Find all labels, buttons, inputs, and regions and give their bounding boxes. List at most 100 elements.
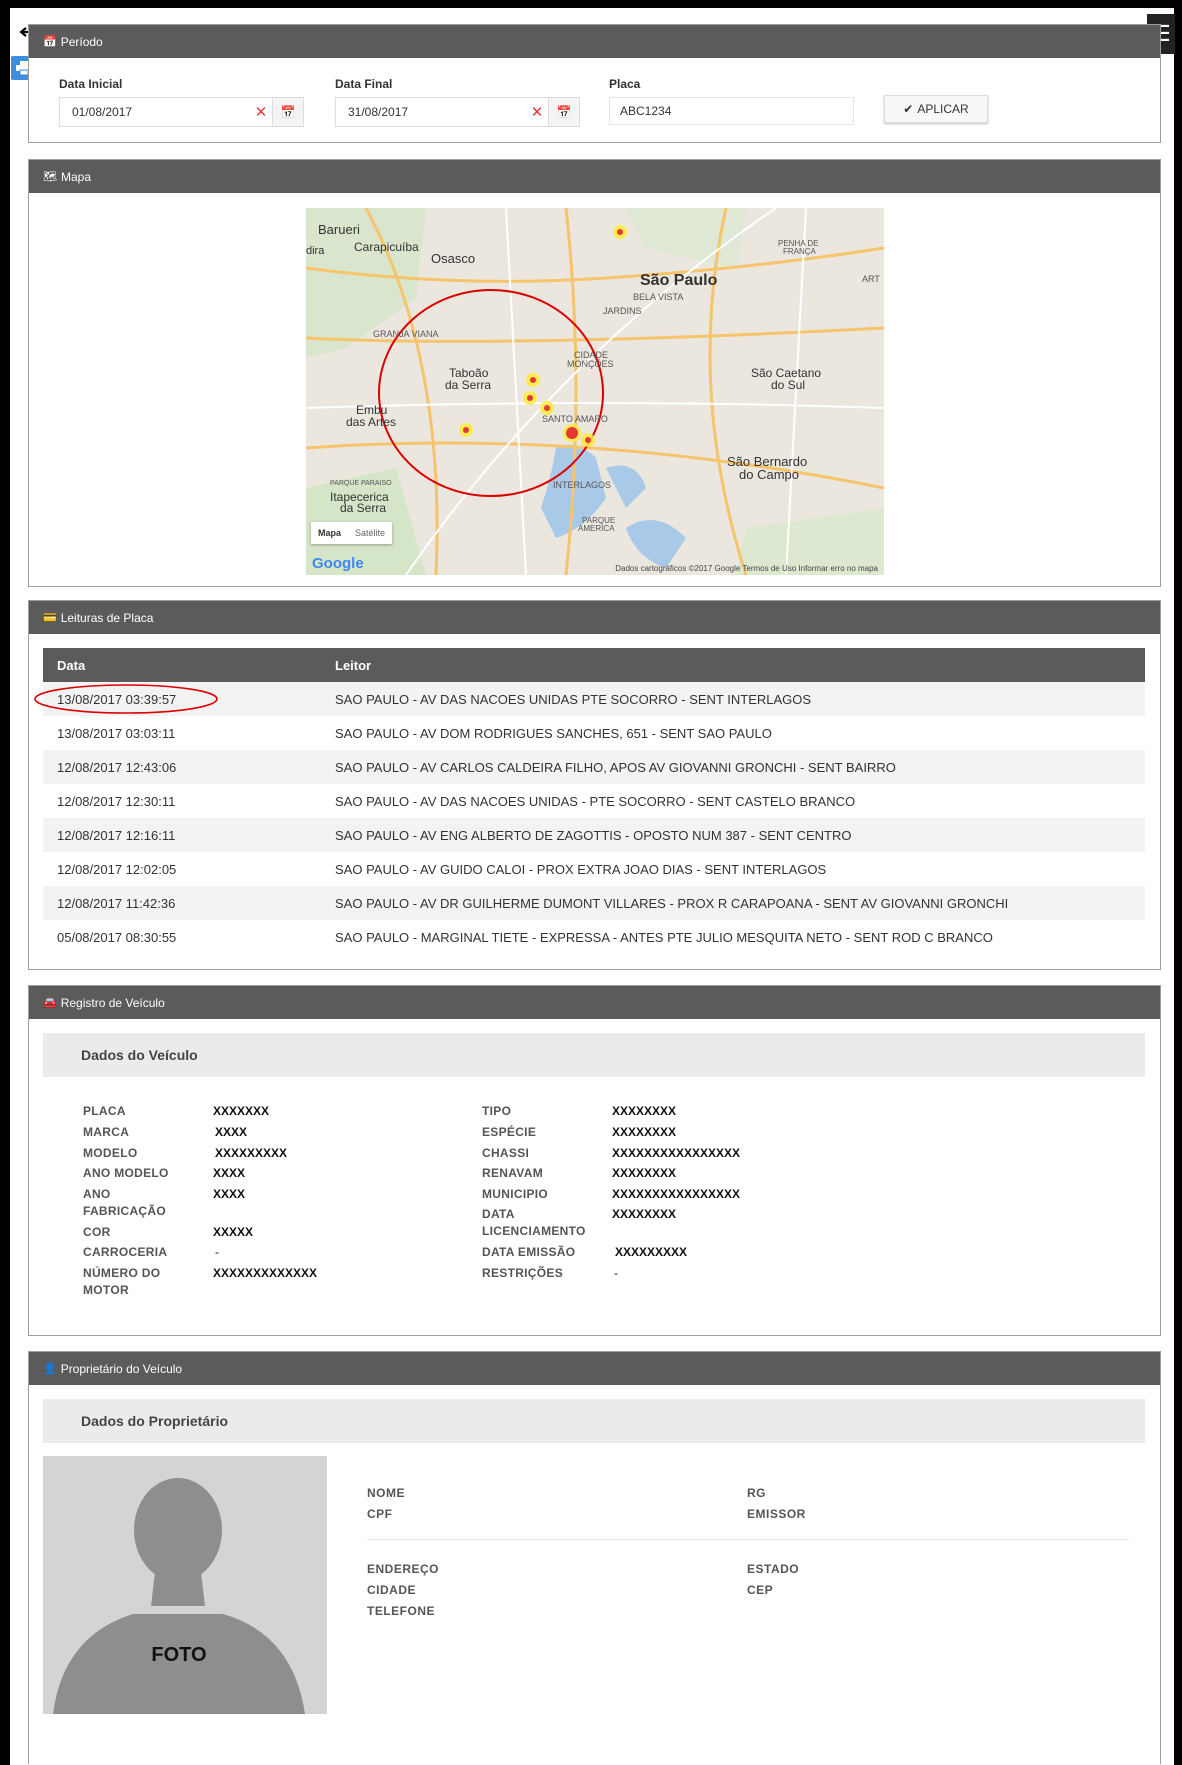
mapa-panel: 🗺 Mapa Barueri dira Carapicuíba Osasco S… [28,159,1161,587]
map-label-osasco: Osasco [431,251,476,266]
nome-label: NOME [367,1486,405,1500]
divider [367,1539,1129,1540]
row-leitor: SAO PAULO - AV GUIDO CALOI - PROX EXTRA … [335,861,827,877]
mapa-header: 🗺 Mapa [29,160,1160,193]
data-final-value[interactable]: 31/08/2017 [336,105,526,119]
table-row[interactable]: 12/08/2017 11:42:36 SAO PAULO - AV DR GU… [43,886,1145,920]
row-leitor: SAO PAULO - AV DAS NACOES UNIDAS PTE SOC… [321,682,1145,716]
data-inicial-value[interactable]: 01/08/2017 [60,105,250,119]
row-data: 13/08/2017 03:39:57 [34,682,321,716]
periodo-title: Período [60,34,103,49]
table-row[interactable]: 12/08/2017 12:02:05 SAO PAULO - AV GUIDO… [43,852,1145,886]
map-label-bela-vista: BELA VISTA [633,292,684,302]
ano-fab-value: XXXX [213,1187,246,1201]
especie-value: XXXXXXXX [612,1125,677,1139]
data-inicial-field[interactable]: 01/08/2017 ✕ 📅 [59,97,304,127]
placa-input[interactable]: ABC1234 [609,97,854,125]
table-row[interactable]: 05/08/2017 08:30:55 SAO PAULO - MARGINAL… [43,920,1145,954]
row-data: 05/08/2017 08:30:55 [57,929,177,945]
row-leitor: SAO PAULO - MARGINAL TIETE - EXPRESSA - … [335,929,993,945]
column-header-leitor[interactable]: Leitor [321,648,1145,682]
clear-icon[interactable]: ✕ [250,103,272,121]
municipio-key: MUNICIPIO [482,1187,549,1201]
leituras-title: Leituras de Placa [60,610,154,625]
carroceria-key: CARROCERIA [83,1245,168,1259]
table-row[interactable]: 12/08/2017 12:30:11 SAO PAULO - AV DAS N… [43,784,1145,818]
motor-value: XXXXXXXXXXXXX [213,1266,318,1280]
map-label-carapicuiba: Carapicuíba [354,240,419,254]
proprietario-header: 👤 Proprietário do Veículo [29,1352,1160,1385]
map-label-interlagos: INTERLAGOS [553,480,612,490]
motor-key-line2: MOTOR [83,1283,129,1297]
data-final-field[interactable]: 31/08/2017 ✕ 📅 [335,97,580,127]
proprietario-title: Proprietário do Veículo [60,1361,183,1376]
calendar-picker-icon[interactable]: 📅 [272,98,303,126]
table-row[interactable]: 12/08/2017 12:16:11 SAO PAULO - AV ENG A… [43,818,1145,852]
id-card-icon: 💳 [43,612,57,624]
cidade-label: CIDADE [367,1583,417,1597]
map-label-do-sul: do Sul [771,378,806,392]
row-leitor: SAO PAULO - AV CARLOS CALDEIRA FILHO, AP… [321,750,1145,784]
row-data: 12/08/2017 12:16:11 [43,818,321,852]
modelo-key: MODELO [83,1146,138,1160]
dados-proprietario-heading: Dados do Proprietário [43,1399,1145,1443]
renavam-key: RENAVAM [482,1166,543,1180]
data-emissao-key: DATA EMISSÃO [482,1245,576,1259]
map-type-map-button[interactable]: Mapa [311,522,348,544]
licenciamento-value: XXXXXXXX [612,1207,677,1221]
map-label-das-artes: das Artes [346,415,397,429]
motor-key-line1: NÚMERO DO [83,1266,161,1280]
google-logo: Google [312,555,364,572]
data-final-label: Data Final [335,77,393,91]
municipio-value: XXXXXXXXXXXXXXXX [612,1187,741,1201]
map-label-dira: dira [306,245,325,257]
periodo-header: 📅 Período [29,25,1160,58]
map-view[interactable]: Barueri dira Carapicuíba Osasco São Paul… [306,208,884,575]
owner-photo-placeholder: FOTO [43,1456,327,1714]
map-attribution[interactable]: Dados cartográficos ©2017 Google Termos … [615,564,878,573]
tipo-key: TIPO [482,1104,512,1118]
apply-button[interactable]: ✔ APLICAR [884,95,988,123]
column-header-data[interactable]: Data [43,648,321,682]
table-row[interactable]: 13/08/2017 03:03:11 SAO PAULO - AV DOM R… [43,716,1145,750]
map-type-control[interactable]: Mapa Satélite [311,522,393,544]
modelo-value: XXXXXXXXX [215,1146,288,1160]
cor-value: XXXXX [213,1225,254,1239]
map-label-santo-amaro: SANTO AMARO [542,414,608,424]
data-inicial-label: Data Inicial [59,77,123,91]
map-label-da-serra: da Serra [445,378,492,392]
placa-key: PLACA [83,1104,126,1118]
window-frame-right [1174,0,1182,1765]
restricoes-key: RESTRIÇÕES [482,1266,564,1280]
leituras-header: 💳 Leituras de Placa [29,601,1160,634]
person-icon: 👤 [43,1363,57,1375]
map-label-moncoes: MONÇÕES [567,359,614,369]
foto-label: FOTO [151,1644,207,1666]
chassi-key: CHASSI [482,1146,530,1160]
cpf-label: CPF [367,1507,393,1521]
row-data: 12/08/2017 12:43:06 [43,750,321,784]
row-data: 12/08/2017 12:30:11 [57,793,176,809]
estado-label: ESTADO [747,1562,800,1576]
periodo-panel: 📅 Período Data Inicial 01/08/2017 ✕ 📅 Da… [28,24,1161,143]
row-data: 13/08/2017 03:03:11 [57,725,176,741]
restricoes-value: - [614,1266,618,1280]
calendar-picker-icon[interactable]: 📅 [548,98,579,126]
ano-fab-key-line2: FABRICAÇÃO [83,1204,166,1218]
table-row[interactable]: 12/08/2017 12:43:06 SAO PAULO - AV CARLO… [43,750,1145,784]
map-label-jardins: JARDINS [603,306,642,316]
window-frame-left [0,0,10,1765]
row-leitor: SAO PAULO - AV DAS NACOES UNIDAS - PTE S… [335,793,856,809]
row-leitor: SAO PAULO - AV DOM RODRIGUES SANCHES, 65… [335,725,772,741]
table-row[interactable]: 13/08/2017 03:39:57 SAO PAULO - AV DAS N… [34,682,1145,716]
proprietario-panel: 👤 Proprietário do Veículo Dados do Propr… [28,1351,1161,1764]
map-label-barueri: Barueri [318,222,360,237]
rg-label: RG [747,1486,766,1500]
marca-value: XXXX [215,1125,248,1139]
placa-value[interactable]: ABC1234 [620,104,671,118]
map-type-satellite-button[interactable]: Satélite [348,522,392,544]
mapa-title: Mapa [60,169,91,184]
marca-key: MARCA [83,1125,130,1139]
clear-icon[interactable]: ✕ [526,103,548,121]
leituras-panel: 💳 Leituras de Placa Data Leitor 13/08/20… [28,600,1161,970]
